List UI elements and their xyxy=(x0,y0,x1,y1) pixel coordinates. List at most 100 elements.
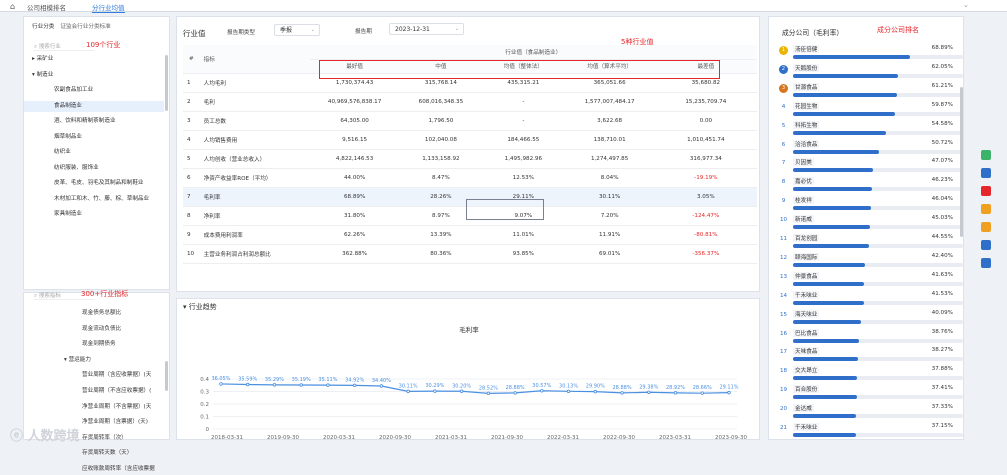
tree-item[interactable]: 酒、饮料和精制茶制造业 xyxy=(24,116,164,127)
table-row[interactable]: 10 主营业务利润占利润总额比 362.88% 80.36% 93.85% 69.01% -… xyxy=(183,244,757,264)
company-name[interactable]: 仲景食品 xyxy=(793,271,820,280)
data-point[interactable] xyxy=(272,383,277,387)
table-row[interactable]: 3 员工总数 64,305.00 1,796.50-3,622.68 0.00 xyxy=(183,111,757,131)
data-point[interactable] xyxy=(459,389,464,393)
ranking-item[interactable]: 12 颐海国际 42.40% xyxy=(779,252,963,272)
company-name[interactable]: 百合股份 xyxy=(793,385,820,394)
tree-item[interactable]: 木材加工和木、竹、藤、棕、草制品业 xyxy=(24,194,164,205)
ranking-item[interactable]: 11 百龙创园 44.55% xyxy=(779,234,963,253)
chevron-down-icon[interactable]: ⌄ xyxy=(963,1,969,9)
company-name[interactable]: 交大昂立 xyxy=(793,366,820,375)
ranking-item[interactable]: 17 天味食品 38.27% xyxy=(779,347,963,366)
data-point[interactable] xyxy=(593,389,598,394)
data-point[interactable] xyxy=(647,390,651,394)
data-point[interactable] xyxy=(379,384,384,388)
scrollbar[interactable] xyxy=(165,361,168,391)
tree-item[interactable]: 现金债务总额比 xyxy=(24,308,164,319)
mail-icon[interactable] xyxy=(981,204,991,214)
tab-csrc-standard[interactable]: 证监会行业分类标准 xyxy=(60,24,110,30)
tab-industry-class[interactable]: 行业分类 xyxy=(32,24,54,30)
company-name[interactable]: 千禾味业 xyxy=(793,423,820,431)
tree-item[interactable]: 烟草制品业 xyxy=(24,132,164,143)
scrollbar[interactable] xyxy=(960,87,963,237)
tree-item[interactable]: 农副食品加工业 xyxy=(24,85,164,96)
tree-item[interactable]: 存货周转天数（天） xyxy=(24,448,164,459)
company-name[interactable]: 科拓生物 xyxy=(793,120,820,129)
ranking-item[interactable]: 16 巴比食品 38.76% xyxy=(779,328,963,348)
data-point[interactable] xyxy=(700,391,704,395)
data-point[interactable] xyxy=(299,383,303,387)
folder-icon[interactable] xyxy=(981,222,991,232)
tree-item[interactable]: 家具制造业 xyxy=(24,209,164,220)
table-row[interactable]: 9 成本费用利润率 62.26% 13.39% 11.01% 11.91% -80.81% xyxy=(183,225,757,245)
company-name[interactable]: 花园生物 xyxy=(793,101,820,110)
scrollbar[interactable] xyxy=(165,55,168,111)
tree-item[interactable]: 皮革、毛皮、羽毛及其制品和制鞋业 xyxy=(24,178,164,189)
tree-item[interactable]: 营业周期（含应收票据）(天 xyxy=(24,370,164,381)
tab-company-ranking[interactable]: 公司相模排名 xyxy=(27,2,66,12)
company-name[interactable]: 金达威 xyxy=(793,404,814,413)
table-row[interactable]: 6 净资产收益率ROE（平均） 44.00% 8.47% 12.53% 8.04% -19.… xyxy=(183,168,757,188)
ranking-item[interactable]: 2 天鹅股份 62.05% xyxy=(779,63,963,83)
period-select[interactable]: 2023-12-31 ⌄ xyxy=(389,23,464,35)
company-name[interactable]: 海天味业 xyxy=(793,309,820,318)
data-point[interactable] xyxy=(673,391,678,395)
tree-item[interactable]: 应收账款周转率（含应收票据 xyxy=(24,464,164,475)
ranking-item[interactable]: 18 交大昂立 37.88% xyxy=(779,366,963,385)
ranking-item[interactable]: 9 桂发祥 46.04% xyxy=(779,196,963,215)
tree-item[interactable]: 现金流动负债比 xyxy=(24,324,164,335)
document-icon[interactable] xyxy=(981,168,991,178)
ranking-item[interactable]: 3 甘源食品 61.21% xyxy=(779,82,963,102)
ranking-item[interactable]: 13 仲景食品 41.63% xyxy=(779,271,963,291)
data-point[interactable] xyxy=(486,391,491,396)
user-icon[interactable] xyxy=(981,240,991,250)
data-point[interactable] xyxy=(352,383,357,388)
data-point[interactable] xyxy=(406,389,410,394)
data-point[interactable] xyxy=(326,383,330,387)
company-name[interactable]: 洽洽食品 xyxy=(793,139,820,148)
ranking-item[interactable]: 20 金达威 37.33% xyxy=(779,404,963,423)
tree-item[interactable]: 净营业周期（不含票据）(天 xyxy=(24,402,164,413)
ranking-item[interactable]: 10 新诺威 45.03% xyxy=(779,215,963,234)
table-row[interactable]: 2 毛利 40,969,576,838.17 608,016,348.35-1,577… xyxy=(183,92,757,112)
company-name[interactable]: 嘉必优 xyxy=(793,177,814,186)
data-point[interactable] xyxy=(246,382,250,387)
company-name[interactable]: 桂发祥 xyxy=(793,196,814,205)
table-row[interactable]: 5 人均创收（营业总收入） 4,822,146.53 1,133,158.92 1,49… xyxy=(183,149,757,169)
ranking-item[interactable]: 4 花园生物 59.87% xyxy=(779,101,963,121)
tree-item[interactable]: ▸ 采矿业 xyxy=(24,54,164,65)
data-point[interactable] xyxy=(727,390,731,395)
data-point[interactable] xyxy=(433,389,437,393)
data-point[interactable] xyxy=(620,391,624,395)
company-name[interactable]: 甘源食品 xyxy=(793,82,820,91)
ranking-item[interactable]: 1 汤臣倍健 68.89% xyxy=(779,45,963,64)
ranking-item[interactable]: 7 贝因美 47.07% xyxy=(779,158,963,177)
table-row[interactable]: 4 人均销售费用 9,516.15 102,040.08 184,466.55 138,7… xyxy=(183,130,757,150)
tree-item[interactable]: 食品制造业 xyxy=(24,100,164,112)
tree-item[interactable]: 纺织服装、服饰业 xyxy=(24,163,164,174)
list-icon[interactable] xyxy=(981,258,991,268)
tree-item[interactable]: ▾ 制造业 xyxy=(24,70,164,81)
ranking-item[interactable]: 21 千禾味业 37.15% xyxy=(779,423,963,442)
company-name[interactable]: 新诺威 xyxy=(793,215,814,224)
tree-item[interactable]: 现金到期债务 xyxy=(24,339,164,350)
ranking-item[interactable]: 15 海天味业 40.09% xyxy=(779,309,963,329)
report-type-select[interactable]: 季报 ⌄ xyxy=(274,24,320,36)
data-point[interactable] xyxy=(566,389,571,394)
ranking-item[interactable]: 8 嘉必优 46.23% xyxy=(779,177,963,196)
home-icon[interactable]: ⌂ xyxy=(10,2,15,11)
company-name[interactable]: 颐海国际 xyxy=(793,252,820,261)
ranking-item[interactable]: 6 洽洽食品 50.72% xyxy=(779,139,963,159)
data-point[interactable] xyxy=(513,391,517,395)
company-name[interactable]: 汤臣倍健 xyxy=(793,45,820,53)
company-name[interactable]: 千禾味业 xyxy=(793,290,820,299)
company-name[interactable]: 巴比食品 xyxy=(793,328,820,337)
company-name[interactable]: 百龙创园 xyxy=(793,234,820,242)
tree-item[interactable]: 营业周期（不含应收票据）( xyxy=(24,386,164,397)
data-point[interactable] xyxy=(540,389,544,393)
tab-industry-average[interactable]: 分行业均值 xyxy=(92,2,125,13)
company-name[interactable]: 贝因美 xyxy=(793,158,814,167)
ranking-item[interactable]: 19 百合股份 37.41% xyxy=(779,385,963,404)
ranking-item[interactable]: 5 科拓生物 54.58% xyxy=(779,120,963,140)
tree-item[interactable]: 纺织业 xyxy=(24,147,164,158)
